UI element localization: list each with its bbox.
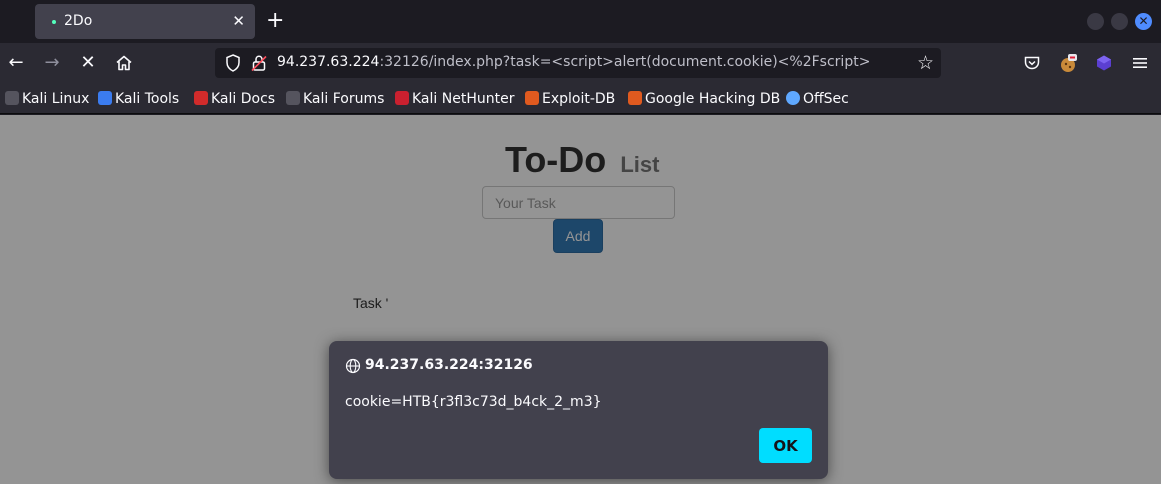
bookmark-kali-docs[interactable]: Kali Docs	[194, 90, 275, 108]
kali-tools-icon	[98, 91, 112, 105]
tab-title: 2Do	[64, 13, 93, 29]
kali-docs-icon	[194, 91, 208, 105]
url-text[interactable]: 94.237.63.224:32126/index.php?task=<scri…	[277, 54, 870, 70]
bookmark-offsec[interactable]: OffSec	[786, 90, 849, 108]
bookmark-star-icon[interactable]: ☆	[917, 52, 934, 74]
tab-2do[interactable]: 2Do ✕	[35, 4, 255, 39]
alert-dialog: 94.237.63.224:32126 cookie=HTB{r3fl3c73d…	[329, 341, 828, 479]
bookmark-label: Kali Forums	[303, 91, 385, 107]
bookmark-kali-forums[interactable]: Kali Forums	[286, 90, 384, 108]
pocket-button[interactable]	[1020, 51, 1044, 75]
extension-purple-button[interactable]	[1092, 51, 1116, 75]
url-bar[interactable]: 94.237.63.224:32126/index.php?task=<scri…	[215, 48, 941, 78]
bookmark-label: Google Hacking DB	[645, 91, 781, 107]
insecure-lock-icon[interactable]	[249, 53, 269, 73]
exploit-db-icon	[525, 91, 539, 105]
pocket-icon	[1024, 56, 1040, 70]
bookmark-kali-tools[interactable]: Kali Tools	[98, 90, 179, 108]
home-icon	[116, 55, 132, 71]
stop-button[interactable]: ✕	[76, 51, 100, 75]
window-close-button[interactable]: ✕	[1135, 13, 1152, 30]
bookmark-label: OffSec	[803, 91, 849, 107]
ghdb-icon	[628, 91, 642, 105]
globe-icon	[345, 358, 361, 374]
cookie-editor-icon	[1061, 54, 1077, 72]
url-path: :32126/index.php?task=<script>alert(docu…	[379, 54, 871, 70]
bookmark-exploit-db[interactable]: Exploit-DB	[525, 90, 615, 108]
tab-loading-indicator	[52, 20, 56, 24]
window-maximize-button[interactable]	[1111, 13, 1128, 30]
extension-cube-icon	[1097, 55, 1111, 71]
new-tab-button[interactable]: +	[266, 8, 284, 34]
home-button[interactable]	[112, 51, 136, 75]
tracking-protection-shield-icon[interactable]	[223, 53, 243, 73]
dialog-message: cookie=HTB{r3fl3c73d_b4ck_2_m3}	[345, 394, 602, 410]
offsec-icon	[786, 91, 800, 105]
tab-close-icon[interactable]: ✕	[232, 12, 245, 30]
bookmark-label: Kali Tools	[115, 91, 180, 107]
kali-dragon-icon	[5, 91, 19, 105]
kali-forums-icon	[286, 91, 300, 105]
back-button[interactable]: ←	[4, 51, 28, 75]
bookmark-kali-nethunter[interactable]: Kali NetHunter	[395, 90, 514, 108]
bookmark-label: Kali NetHunter	[412, 91, 515, 107]
bookmark-label: Kali Linux	[22, 91, 90, 107]
extension-cookie-button[interactable]	[1056, 51, 1080, 75]
bookmark-google-hacking-db[interactable]: Google Hacking DB	[628, 90, 780, 108]
tab-strip: 2Do ✕ + ✕	[0, 0, 1161, 43]
nethunter-icon	[395, 91, 409, 105]
bookmark-kali-linux[interactable]: Kali Linux	[5, 90, 89, 108]
url-host: 94.237.63.224	[277, 54, 380, 70]
hamburger-menu-icon	[1133, 58, 1147, 68]
dialog-ok-button[interactable]: OK	[759, 428, 812, 463]
forward-button[interactable]: →	[40, 51, 64, 75]
navigation-toolbar: ← → ✕ 94.237.63.224:32126/index.php?task…	[0, 43, 1161, 83]
app-menu-button[interactable]	[1128, 51, 1152, 75]
bookmark-label: Kali Docs	[211, 91, 276, 107]
bookmark-label: Exploit-DB	[542, 91, 616, 107]
dialog-origin: 94.237.63.224:32126	[365, 357, 533, 373]
window-minimize-button[interactable]	[1087, 13, 1104, 30]
bookmarks-toolbar: Kali Linux Kali Tools Kali Docs Kali For…	[0, 83, 1161, 114]
